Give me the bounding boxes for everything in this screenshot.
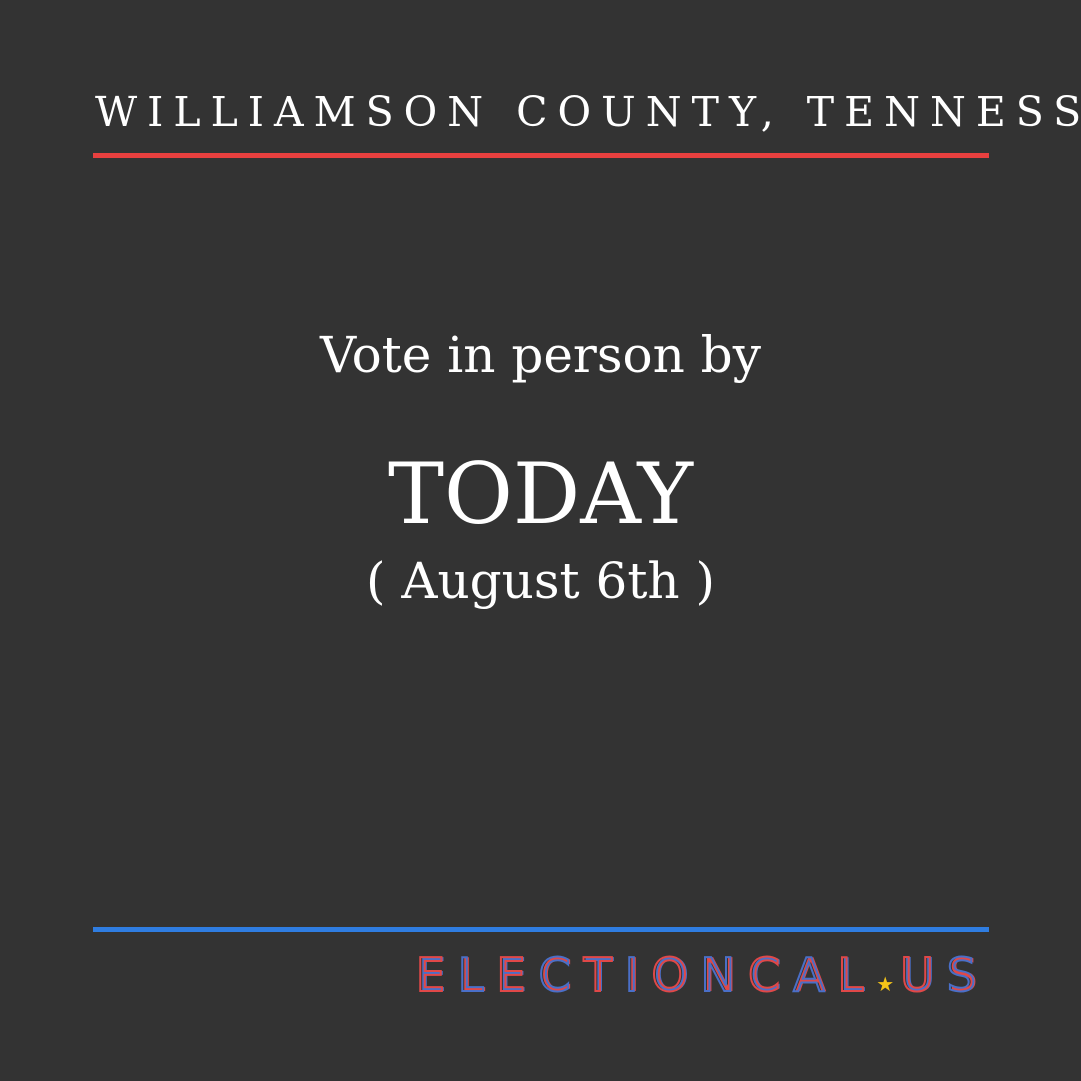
bottom-divider-blue <box>93 927 989 932</box>
electioncal-logo: ELECTIONCAL ★ US <box>415 948 989 1002</box>
deadline-text: TODAY <box>388 445 693 543</box>
logo-tld: US <box>899 948 989 1002</box>
election-reminder-card: WILLIAMSON COUNTY, TENNESS Vote in perso… <box>0 0 1081 1081</box>
county-title: WILLIAMSON COUNTY, TENNESS <box>95 88 1081 136</box>
deadline-date: ( August 6th ) <box>365 552 716 610</box>
star-icon: ★ <box>876 972 895 996</box>
vote-intro-text: Vote in person by <box>320 326 761 384</box>
top-divider-red <box>93 153 989 158</box>
logo-wordmark: ELECTIONCAL <box>415 948 877 1002</box>
